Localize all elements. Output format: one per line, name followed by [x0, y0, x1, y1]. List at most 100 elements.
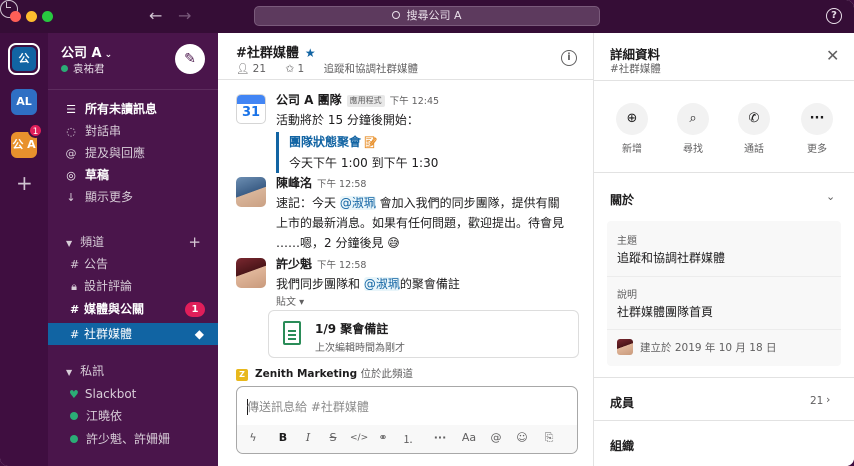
- sidebar-item-threads[interactable]: ◌ 對話串: [48, 121, 218, 142]
- compose-button[interactable]: ✎: [175, 44, 205, 74]
- sidebar-item-drafts[interactable]: ◎ 草稿: [48, 165, 218, 186]
- message-body: 許少魁 下午 12:58 我們同步團隊和 @淑珮的聚會備註 貼文 ▾ 1/9 聚會…: [268, 256, 581, 358]
- post-label[interactable]: 貼文 ▾: [276, 293, 304, 308]
- caret-down-icon: ▼: [66, 368, 73, 377]
- message-body: 公司 A 團隊 應用程式 下午 12:45 活動將於 15 分鐘後開始： 團隊狀態聚…: [276, 92, 581, 173]
- unread-badge: 1: [185, 302, 205, 317]
- call-button[interactable]: ✆ 通話: [729, 103, 779, 155]
- sidebar-item-channel-announcements[interactable]: # 公告: [48, 254, 218, 275]
- user-name: 袁祐君: [73, 63, 105, 75]
- message-text-line: ……嗯，2 分鐘後見 😅: [276, 236, 400, 250]
- post-label-text: 貼文: [276, 297, 296, 308]
- bold-icon[interactable]: B: [275, 431, 291, 444]
- created-date: 建立於 2019 年 10 月 18 日: [640, 342, 777, 354]
- info-icon[interactable]: i: [561, 50, 577, 66]
- attachment-icon[interactable]: ⎘: [541, 431, 557, 445]
- sidebar-item-mentions[interactable]: @ 提及與回應: [48, 143, 218, 164]
- workspace-company-a[interactable]: 公: [8, 43, 40, 75]
- italic-icon[interactable]: I: [300, 431, 316, 444]
- star-icon[interactable]: ★: [305, 46, 316, 60]
- lightning-icon[interactable]: ϟ: [245, 431, 261, 444]
- calendar-app-avatar[interactable]: 31: [236, 94, 266, 124]
- event-link[interactable]: 團隊狀態聚會 📝︎: [289, 132, 581, 153]
- add-workspace-icon[interactable]: +: [16, 173, 33, 193]
- sidebar-item-channel-social-media[interactable]: # 社群媒體 ◆: [48, 323, 218, 345]
- close-icon[interactable]: ✕: [826, 48, 839, 64]
- details-subtitle: #社群媒體: [610, 63, 661, 75]
- strikethrough-icon[interactable]: S: [325, 431, 341, 444]
- workspace-menu[interactable]: 公司 A ⌄: [61, 42, 112, 61]
- search-input[interactable]: 搜尋公司 A: [254, 6, 600, 26]
- add-channel-icon[interactable]: +: [188, 232, 201, 252]
- message-sender[interactable]: 許少魁: [276, 257, 312, 271]
- sidebar-item-dm-user[interactable]: 江曉依: [48, 406, 218, 427]
- about-section-title[interactable]: 關於: [610, 191, 634, 208]
- more-formatting-icon[interactable]: ···: [432, 431, 448, 444]
- details-actions: ⊕ 新增 ⌕ 尋找 ✆ 通話 ··· 更多: [594, 80, 854, 173]
- file-subtitle: 上次編輯時間為剛才: [315, 343, 405, 354]
- sidebar-divider: [48, 89, 218, 90]
- link-icon[interactable]: ⚭: [375, 431, 391, 444]
- dm-section-header[interactable]: ▼ 私訊: [48, 361, 218, 381]
- calendar-header: [237, 95, 265, 104]
- sidebar-item-channel-design-review[interactable]: 🔒︎ 設計評論: [48, 276, 218, 297]
- file-attachment[interactable]: 1/9 聚會備註 上次編輯時間為剛才: [268, 310, 579, 358]
- avatar[interactable]: [617, 339, 633, 355]
- code-icon[interactable]: </>: [350, 433, 368, 443]
- lock-icon: 🔒︎: [71, 280, 77, 293]
- maximize-window-button[interactable]: [42, 11, 53, 22]
- message-sender[interactable]: 陳峰洺: [276, 176, 312, 190]
- message-sender[interactable]: 公司 A 團隊: [276, 93, 342, 107]
- add-person-icon: ⊕: [616, 103, 648, 135]
- workspace-al[interactable]: AL: [11, 89, 37, 115]
- text-format-icon[interactable]: Aa: [461, 431, 477, 444]
- sidebar-item-label: 設計評論: [84, 279, 133, 293]
- close-window-button[interactable]: [10, 11, 21, 22]
- pencil-icon: 📝︎: [364, 136, 378, 149]
- back-arrow-icon[interactable]: ←: [149, 7, 162, 25]
- message-time[interactable]: 下午 12:58: [317, 179, 366, 190]
- add-person-button[interactable]: ⊕ 新增: [607, 103, 657, 155]
- numbered-list-icon[interactable]: ⒈: [400, 431, 416, 447]
- sidebar-item-channel-media-pr[interactable]: # 媒體與公關 1: [48, 299, 218, 320]
- emoji-icon[interactable]: ☺: [514, 431, 530, 444]
- title-bar: ← → 搜尋公司 A ?: [0, 0, 854, 33]
- chevron-down-icon[interactable]: ⌄: [826, 190, 835, 203]
- sidebar-item-unread[interactable]: ☰ 所有未讀訊息: [48, 99, 218, 120]
- help-icon[interactable]: ?: [826, 8, 842, 24]
- channel-title-button[interactable]: #社群媒體 ★: [236, 42, 316, 61]
- user-mention[interactable]: @淑珮: [363, 277, 400, 291]
- topic-value[interactable]: 追蹤和協調社群媒體: [617, 249, 725, 266]
- caret-down-icon: ▼: [66, 239, 73, 248]
- sidebar-item-dm-group[interactable]: 許少魁、許姍姍: [48, 429, 218, 450]
- avatar[interactable]: [236, 177, 266, 207]
- sidebar-item-label: 公告: [84, 257, 109, 271]
- members-section-title[interactable]: 成員: [610, 394, 634, 411]
- sidebar-item-show-more[interactable]: ↓ 顯示更多: [48, 187, 218, 208]
- chevron-right-icon[interactable]: ›: [826, 393, 830, 406]
- find-button[interactable]: ⌕ 尋找: [668, 103, 718, 155]
- message-input[interactable]: [247, 398, 567, 416]
- user-mention[interactable]: @淑珮: [339, 196, 376, 210]
- forward-arrow-icon[interactable]: →: [178, 7, 191, 25]
- sidebar-item-dm-slackbot[interactable]: ♥ Slackbot: [48, 384, 218, 405]
- message-time[interactable]: 下午 12:58: [317, 260, 366, 271]
- organizations-section-title[interactable]: 組織: [610, 437, 634, 454]
- details-panel: 詳細資料 #社群媒體 ✕ ⊕ 新增 ⌕ 尋找 ✆ 通話 ··· 更多 關於 ⌄ 主題 追…: [593, 33, 854, 466]
- message-text-line: 上市的最新消息。如果有任何問題，歡迎提出。待會見: [276, 216, 565, 230]
- channels-section-header[interactable]: ▼ 頻道 +: [48, 232, 218, 252]
- description-value[interactable]: 社群媒體團隊首頁: [617, 303, 713, 320]
- zenith-name[interactable]: Zenith Marketing: [255, 368, 357, 380]
- draft-icon: ◎: [66, 169, 76, 182]
- minimize-window-button[interactable]: [26, 11, 37, 22]
- pins-count[interactable]: ✩ 1: [285, 63, 312, 75]
- members-count[interactable]: 👤︎ 21: [236, 63, 274, 75]
- more-button[interactable]: ··· 更多: [792, 103, 842, 155]
- message-item: 31 公司 A 團隊 應用程式 下午 12:45 活動將於 15 分鐘後開始： 團隊…: [236, 92, 581, 173]
- calendar-day: 31: [241, 105, 261, 120]
- message-time[interactable]: 下午 12:45: [390, 96, 439, 107]
- event-title: 團隊狀態聚會: [289, 135, 362, 149]
- current-user[interactable]: 袁祐君: [61, 61, 105, 76]
- mention-icon[interactable]: @: [488, 431, 504, 444]
- avatar[interactable]: [236, 258, 266, 288]
